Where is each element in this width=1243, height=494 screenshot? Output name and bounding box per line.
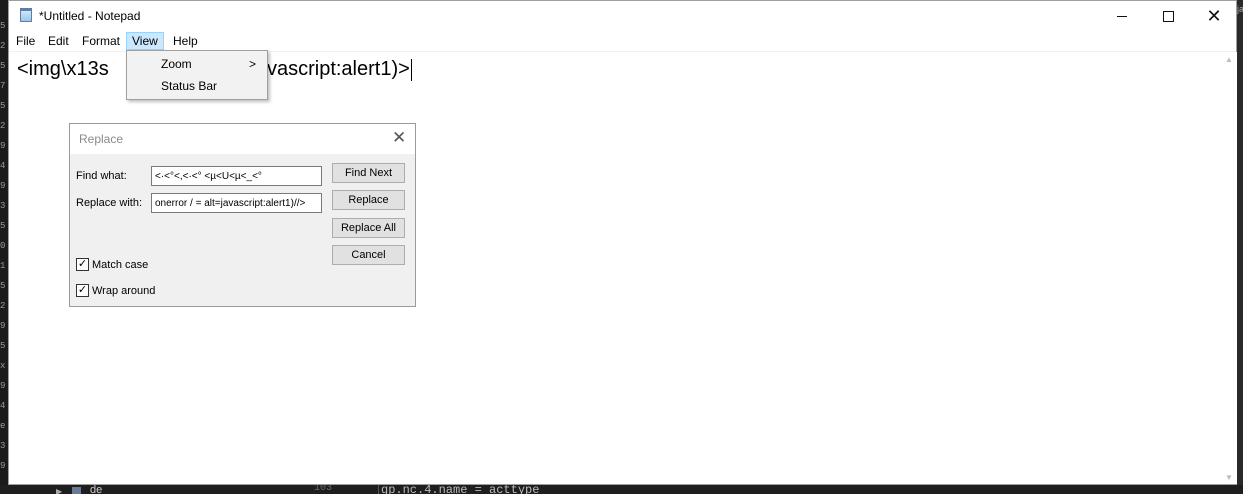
match-case-label: Match case xyxy=(92,259,149,271)
menu-edit[interactable]: Edit xyxy=(43,32,74,50)
close-icon[interactable]: ✕ xyxy=(392,128,406,148)
minimize-button[interactable] xyxy=(1099,1,1145,31)
folder-icon xyxy=(72,487,81,494)
replace-dialog-title: Replace xyxy=(79,132,124,146)
view-menu-zoom-label: Zoom xyxy=(161,57,192,71)
expand-arrow-icon: ▶ xyxy=(56,487,63,494)
text-caret xyxy=(410,58,412,81)
close-icon: ✕ xyxy=(1206,6,1222,26)
background-tree-label: de xyxy=(90,485,103,494)
minimize-icon xyxy=(1117,15,1127,17)
menu-view[interactable]: View xyxy=(126,32,164,50)
replace-dialog-title-bar[interactable]: Replace ✕ xyxy=(70,124,415,154)
view-dropdown-menu: Zoom > Status Bar xyxy=(126,50,268,100)
menu-bar: File Edit Format View Help xyxy=(9,31,1236,52)
background-editor-bottom: ▶ de 103 gp.nc.4.name = acttype xyxy=(0,485,1243,494)
title-bar[interactable]: *Untitled - Notepad ✕ xyxy=(9,1,1236,31)
scroll-down-icon[interactable]: ▼ xyxy=(1225,473,1233,482)
close-button[interactable]: ✕ xyxy=(1191,1,1237,31)
find-next-button[interactable]: Find Next xyxy=(332,163,405,183)
replace-with-input[interactable] xyxy=(151,193,322,213)
menu-help[interactable]: Help xyxy=(168,32,203,50)
wrap-around-label: Wrap around xyxy=(92,285,156,297)
maximize-button[interactable] xyxy=(1145,1,1191,31)
replace-all-button[interactable]: Replace All xyxy=(332,218,405,238)
background-editor-gutter: 525 752 949 350 152 95x 94e 39 xyxy=(0,0,8,494)
chevron-right-icon: > xyxy=(249,57,257,71)
vertical-scrollbar[interactable]: ▲ ▼ xyxy=(1222,52,1237,484)
view-menu-status-bar-label: Status Bar xyxy=(161,79,218,93)
maximize-icon xyxy=(1162,10,1174,22)
menu-format[interactable]: Format xyxy=(77,32,125,50)
notepad-icon xyxy=(20,8,32,22)
editor-text-left: <img\x13s xyxy=(17,58,109,80)
cancel-button[interactable]: Cancel xyxy=(332,245,405,265)
replace-with-label: Replace with: xyxy=(76,197,143,209)
wrap-around-checkbox[interactable]: ✓ xyxy=(76,284,89,297)
replace-dialog: Replace ✕ Find what: Replace with: Find … xyxy=(69,123,416,307)
window-title: *Untitled - Notepad xyxy=(39,9,141,23)
scroll-up-icon[interactable]: ▲ xyxy=(1225,55,1233,64)
find-what-input[interactable] xyxy=(151,166,322,186)
match-case-checkbox[interactable]: ✓ xyxy=(76,258,89,271)
find-what-label: Find what: xyxy=(76,170,127,182)
background-line-number: 103 xyxy=(314,485,333,494)
menu-file[interactable]: File xyxy=(11,32,40,50)
replace-button[interactable]: Replace xyxy=(332,190,405,210)
view-menu-status-bar[interactable]: Status Bar xyxy=(127,75,267,97)
background-right-strip: ja xyxy=(1237,0,1243,494)
view-menu-zoom[interactable]: Zoom > xyxy=(127,53,267,75)
background-code-line: gp.nc.4.name = acttype xyxy=(378,485,539,494)
